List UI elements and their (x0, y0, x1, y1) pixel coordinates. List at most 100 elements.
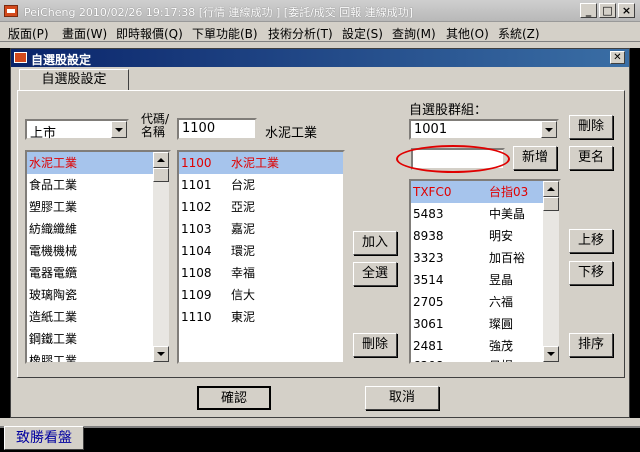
industry-label: 紡織纖維 (29, 222, 78, 236)
industry-label: 塑膠工業 (29, 200, 78, 214)
app-title-bar: PeiCheng 2010/02/26 19:17:38 [行情 連線成功 ] … (0, 0, 640, 22)
group-stock-scrollbar[interactable] (543, 181, 559, 362)
menu-analysis[interactable]: 技術分析(T) (268, 25, 333, 42)
list-item[interactable]: 6208 日揚 (411, 355, 543, 362)
status-strip (0, 418, 640, 426)
industry-list[interactable]: 水泥工業 食品工業 塑膠工業 紡織纖維 電機機械 電器電纜 玻璃陶瓷 造紙工業 … (25, 150, 171, 364)
list-item[interactable]: 橡膠工業 (27, 350, 153, 362)
stock-name: 環泥 (231, 244, 256, 258)
list-item[interactable]: 1104 環泥 (179, 240, 343, 262)
list-item[interactable]: 水泥工業 (27, 152, 153, 174)
list-item[interactable]: 塑膠工業 (27, 196, 153, 218)
list-item[interactable]: 1101 台泥 (179, 174, 343, 196)
menu-window[interactable]: 畫面(W) (62, 25, 107, 42)
list-item[interactable]: TXFC0 台指03 (411, 181, 543, 203)
stock-code: 1102 (181, 200, 212, 214)
menu-query[interactable]: 查詢(M) (392, 25, 436, 42)
delete-item-button[interactable]: 刪除 (353, 333, 397, 357)
stock-name: 嘉泥 (231, 222, 256, 236)
stock-name: 亞泥 (231, 200, 256, 214)
menu-layout[interactable]: 版面(P) (8, 25, 49, 42)
list-item[interactable]: 紡織纖維 (27, 218, 153, 240)
chevron-down-icon[interactable] (111, 121, 127, 138)
stock-list[interactable]: 1100 水泥工業 1101 台泥 1102 亞泥 1103 嘉泥 1104 環… (177, 150, 345, 364)
cancel-button[interactable]: 取消 (365, 386, 439, 410)
dialog-title: 自選股設定 (31, 53, 92, 67)
app-logo-icon (4, 5, 18, 17)
close-icon[interactable]: × (618, 3, 635, 18)
stock-code: TXFC0 (413, 185, 452, 199)
move-down-button[interactable]: 下移 (569, 261, 613, 285)
list-item[interactable]: 5483 中美晶 (411, 203, 543, 225)
stock-code: 5483 (413, 207, 444, 221)
tab-watchlist-settings[interactable]: 自選股設定 (19, 69, 129, 91)
scroll-up-icon[interactable] (153, 152, 169, 168)
list-item[interactable]: 2705 六福 (411, 291, 543, 313)
stock-code: 1100 (181, 156, 212, 170)
menu-order[interactable]: 下單功能(B) (192, 25, 258, 42)
chevron-down-icon[interactable] (541, 121, 557, 138)
group-label: 自選股群組： (409, 103, 488, 118)
scroll-thumb[interactable] (153, 168, 169, 182)
list-item[interactable]: 1100 水泥工業 (179, 152, 343, 174)
sort-button[interactable]: 排序 (569, 333, 613, 357)
select-all-button[interactable]: 全選 (353, 262, 397, 286)
dialog-close-icon[interactable]: ✕ (610, 51, 625, 64)
delete-group-button[interactable]: 刪除 (569, 115, 613, 139)
stock-name: 日揚 (489, 355, 513, 362)
industry-label: 電器電纜 (29, 266, 78, 280)
stock-code: 1108 (181, 266, 212, 280)
menu-settings[interactable]: 設定(S) (342, 25, 383, 42)
list-item[interactable]: 1103 嘉泥 (179, 218, 343, 240)
list-item[interactable]: 食品工業 (27, 174, 153, 196)
list-item[interactable]: 2481 強茂 (411, 335, 543, 357)
taskbar (0, 426, 640, 452)
taskbar-tab-main[interactable]: 致勝看盤 (4, 426, 84, 450)
industry-label: 水泥工業 (29, 156, 78, 170)
rename-group-button[interactable]: 更名 (569, 146, 613, 170)
add-button[interactable]: 加入 (353, 231, 397, 255)
ok-button[interactable]: 確認 (197, 386, 271, 410)
industry-label: 電機機械 (29, 244, 78, 258)
restore-icon[interactable]: □ (599, 3, 616, 18)
move-up-button[interactable]: 上移 (569, 229, 613, 253)
list-item[interactable]: 1102 亞泥 (179, 196, 343, 218)
group-select[interactable]: 1001 (409, 119, 559, 140)
list-item[interactable]: 1108 幸福 (179, 262, 343, 284)
list-item[interactable]: 1109 信大 (179, 284, 343, 306)
menu-other[interactable]: 其他(O) (446, 25, 489, 42)
code-input[interactable]: 1100 (177, 118, 257, 140)
highlight-annotation (396, 145, 510, 173)
code-name-label: 代碼/名稱 (141, 112, 170, 139)
list-item[interactable]: 8938 明安 (411, 225, 543, 247)
scroll-down-icon[interactable] (153, 346, 169, 362)
scroll-thumb[interactable] (543, 197, 559, 211)
group-stock-list[interactable]: TXFC0 台指03 5483 中美晶 8938 明安 3323 加百裕 351… (409, 179, 561, 364)
new-group-button[interactable]: 新增 (513, 146, 557, 170)
list-item[interactable]: 電機機械 (27, 240, 153, 262)
list-item[interactable]: 鋼鐵工業 (27, 328, 153, 350)
scroll-up-icon[interactable] (543, 181, 559, 197)
list-item[interactable]: 3323 加百裕 (411, 247, 543, 269)
stock-name: 加百裕 (489, 251, 526, 265)
market-select[interactable]: 上市 (25, 119, 129, 141)
scroll-down-icon[interactable] (543, 346, 559, 362)
list-item[interactable]: 3514 昱晶 (411, 269, 543, 291)
stock-code: 1103 (181, 222, 212, 236)
stock-name: 東泥 (231, 310, 256, 324)
industry-scrollbar[interactable] (153, 152, 169, 362)
menu-system[interactable]: 系統(Z) (498, 25, 540, 42)
stock-code: 3323 (413, 251, 444, 265)
industry-label: 造紙工業 (29, 310, 78, 324)
stock-code: 8938 (413, 229, 444, 243)
stock-name: 六福 (489, 295, 514, 309)
list-item[interactable]: 3061 璨圓 (411, 313, 543, 335)
dialog-title-bar: 自選股設定 ✕ (11, 49, 629, 67)
minimize-icon[interactable]: _ (580, 3, 597, 18)
list-item[interactable]: 造紙工業 (27, 306, 153, 328)
list-item[interactable]: 1110 東泥 (179, 306, 343, 328)
menu-quote[interactable]: 即時報價(Q) (116, 25, 183, 42)
list-item[interactable]: 玻璃陶瓷 (27, 284, 153, 306)
list-item[interactable]: 電器電纜 (27, 262, 153, 284)
market-select-value: 上市 (30, 126, 57, 141)
